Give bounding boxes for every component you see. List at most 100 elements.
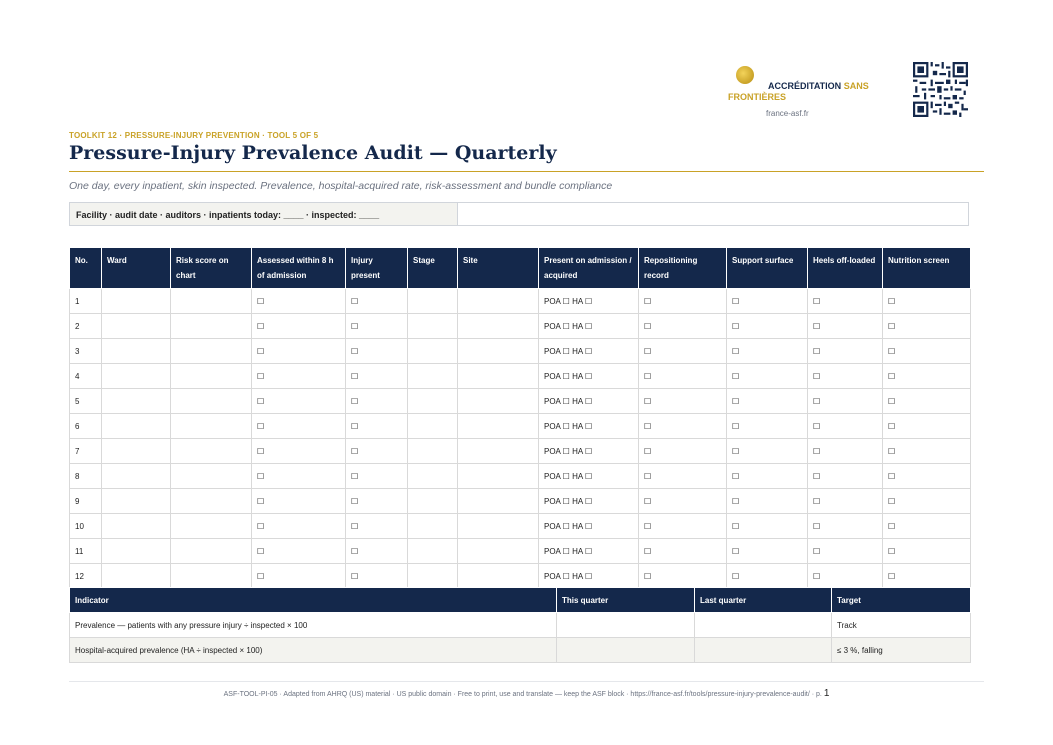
audit-cell-assessed[interactable]: ☐ <box>251 538 346 564</box>
audit-cell-injury[interactable]: ☐ <box>345 388 408 414</box>
audit-cell-stage[interactable] <box>407 538 458 564</box>
audit-cell-poa[interactable]: POA ☐ HA ☐ <box>538 463 639 489</box>
audit-cell-support[interactable]: ☐ <box>726 513 808 539</box>
audit-cell-support[interactable]: ☐ <box>726 313 808 339</box>
audit-cell-ward[interactable] <box>101 438 171 464</box>
facility-input[interactable] <box>458 203 968 225</box>
audit-cell-site[interactable] <box>457 338 539 364</box>
indicator-cell-this[interactable] <box>556 612 695 638</box>
audit-cell-support[interactable]: ☐ <box>726 488 808 514</box>
audit-cell-repos[interactable]: ☐ <box>638 313 727 339</box>
indicator-cell-last[interactable] <box>694 637 832 663</box>
audit-cell-stage[interactable] <box>407 363 458 389</box>
audit-cell-injury[interactable]: ☐ <box>345 363 408 389</box>
audit-cell-risk[interactable] <box>170 513 252 539</box>
audit-cell-repos[interactable]: ☐ <box>638 338 727 364</box>
audit-cell-stage[interactable] <box>407 463 458 489</box>
audit-cell-nutrition[interactable]: ☐ <box>882 513 971 539</box>
audit-cell-heels[interactable]: ☐ <box>807 313 883 339</box>
audit-cell-repos[interactable]: ☐ <box>638 288 727 314</box>
brand-url[interactable]: france-asf.fr <box>766 109 809 118</box>
audit-cell-stage[interactable] <box>407 438 458 464</box>
audit-cell-risk[interactable] <box>170 463 252 489</box>
audit-cell-risk[interactable] <box>170 488 252 514</box>
audit-cell-heels[interactable]: ☐ <box>807 388 883 414</box>
audit-cell-support[interactable]: ☐ <box>726 363 808 389</box>
audit-cell-support[interactable]: ☐ <box>726 463 808 489</box>
audit-cell-assessed[interactable]: ☐ <box>251 363 346 389</box>
audit-cell-repos[interactable]: ☐ <box>638 463 727 489</box>
audit-cell-nutrition[interactable]: ☐ <box>882 413 971 439</box>
audit-cell-stage[interactable] <box>407 488 458 514</box>
audit-cell-heels[interactable]: ☐ <box>807 288 883 314</box>
audit-cell-injury[interactable]: ☐ <box>345 338 408 364</box>
audit-cell-poa[interactable]: POA ☐ HA ☐ <box>538 338 639 364</box>
audit-cell-injury[interactable]: ☐ <box>345 538 408 564</box>
audit-cell-ward[interactable] <box>101 313 171 339</box>
audit-cell-site[interactable] <box>457 363 539 389</box>
audit-cell-site[interactable] <box>457 463 539 489</box>
audit-cell-repos[interactable]: ☐ <box>638 513 727 539</box>
audit-cell-site[interactable] <box>457 488 539 514</box>
audit-cell-heels[interactable]: ☐ <box>807 438 883 464</box>
audit-cell-ward[interactable] <box>101 288 171 314</box>
audit-cell-injury[interactable]: ☐ <box>345 288 408 314</box>
audit-cell-assessed[interactable]: ☐ <box>251 288 346 314</box>
audit-cell-injury[interactable]: ☐ <box>345 438 408 464</box>
audit-cell-injury[interactable]: ☐ <box>345 413 408 439</box>
audit-cell-assessed[interactable]: ☐ <box>251 313 346 339</box>
audit-cell-heels[interactable]: ☐ <box>807 463 883 489</box>
audit-cell-assessed[interactable]: ☐ <box>251 388 346 414</box>
audit-cell-ward[interactable] <box>101 388 171 414</box>
audit-cell-poa[interactable]: POA ☐ HA ☐ <box>538 313 639 339</box>
audit-cell-nutrition[interactable]: ☐ <box>882 338 971 364</box>
audit-cell-repos[interactable]: ☐ <box>638 413 727 439</box>
audit-cell-nutrition[interactable]: ☐ <box>882 288 971 314</box>
audit-cell-injury[interactable]: ☐ <box>345 513 408 539</box>
audit-cell-heels[interactable]: ☐ <box>807 363 883 389</box>
audit-cell-repos[interactable]: ☐ <box>638 563 727 589</box>
audit-cell-heels[interactable]: ☐ <box>807 538 883 564</box>
audit-cell-risk[interactable] <box>170 413 252 439</box>
audit-cell-nutrition[interactable]: ☐ <box>882 438 971 464</box>
audit-cell-assessed[interactable]: ☐ <box>251 463 346 489</box>
audit-cell-site[interactable] <box>457 438 539 464</box>
audit-cell-site[interactable] <box>457 538 539 564</box>
audit-cell-risk[interactable] <box>170 563 252 589</box>
audit-cell-stage[interactable] <box>407 313 458 339</box>
audit-cell-risk[interactable] <box>170 388 252 414</box>
indicator-cell-this[interactable] <box>556 637 695 663</box>
audit-cell-risk[interactable] <box>170 363 252 389</box>
audit-cell-ward[interactable] <box>101 338 171 364</box>
audit-cell-nutrition[interactable]: ☐ <box>882 363 971 389</box>
audit-cell-stage[interactable] <box>407 563 458 589</box>
audit-cell-site[interactable] <box>457 288 539 314</box>
audit-cell-stage[interactable] <box>407 338 458 364</box>
audit-cell-assessed[interactable]: ☐ <box>251 413 346 439</box>
audit-cell-ward[interactable] <box>101 413 171 439</box>
audit-cell-assessed[interactable]: ☐ <box>251 513 346 539</box>
audit-cell-nutrition[interactable]: ☐ <box>882 538 971 564</box>
audit-cell-poa[interactable]: POA ☐ HA ☐ <box>538 438 639 464</box>
audit-cell-repos[interactable]: ☐ <box>638 538 727 564</box>
audit-cell-nutrition[interactable]: ☐ <box>882 563 971 589</box>
audit-cell-site[interactable] <box>457 563 539 589</box>
audit-cell-injury[interactable]: ☐ <box>345 563 408 589</box>
audit-cell-risk[interactable] <box>170 288 252 314</box>
audit-cell-site[interactable] <box>457 388 539 414</box>
audit-cell-stage[interactable] <box>407 513 458 539</box>
audit-cell-repos[interactable]: ☐ <box>638 488 727 514</box>
audit-cell-support[interactable]: ☐ <box>726 438 808 464</box>
audit-cell-site[interactable] <box>457 513 539 539</box>
audit-cell-risk[interactable] <box>170 338 252 364</box>
audit-cell-injury[interactable]: ☐ <box>345 463 408 489</box>
audit-cell-poa[interactable]: POA ☐ HA ☐ <box>538 363 639 389</box>
audit-cell-ward[interactable] <box>101 563 171 589</box>
audit-cell-ward[interactable] <box>101 513 171 539</box>
indicator-cell-last[interactable] <box>694 612 832 638</box>
audit-cell-support[interactable]: ☐ <box>726 388 808 414</box>
audit-cell-repos[interactable]: ☐ <box>638 438 727 464</box>
audit-cell-nutrition[interactable]: ☐ <box>882 388 971 414</box>
audit-cell-poa[interactable]: POA ☐ HA ☐ <box>538 288 639 314</box>
audit-cell-repos[interactable]: ☐ <box>638 388 727 414</box>
